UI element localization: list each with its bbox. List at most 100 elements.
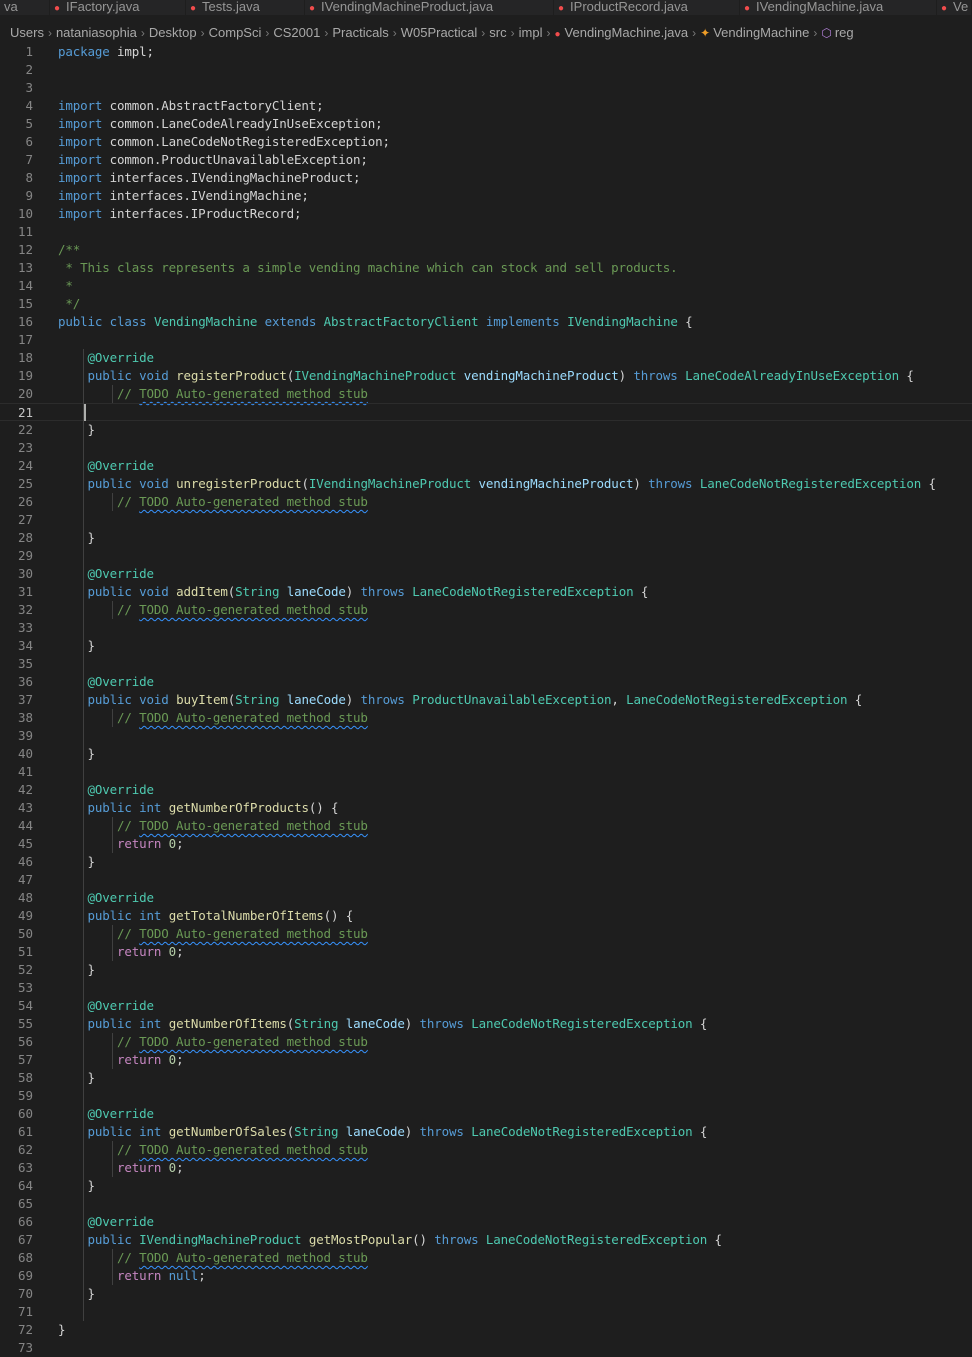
code-line[interactable]: 21 (0, 403, 972, 421)
breadcrumb-item[interactable]: Desktop (149, 25, 197, 40)
code-line[interactable]: 37 public void buyItem(String laneCode) … (0, 691, 972, 709)
code-line[interactable]: 38 // TODO Auto-generated method stub (0, 709, 972, 727)
code-line[interactable]: 51 return 0; (0, 943, 972, 961)
breadcrumb-method[interactable]: reg (835, 25, 854, 40)
code-line[interactable]: 27 (0, 511, 972, 529)
code-line[interactable]: 54 @Override (0, 997, 972, 1015)
code-line[interactable]: 45 return 0; (0, 835, 972, 853)
code-line[interactable]: 57 return 0; (0, 1051, 972, 1069)
code-line[interactable]: 44 // TODO Auto-generated method stub (0, 817, 972, 835)
code-line[interactable]: 4 import common.AbstractFactoryClient; (0, 97, 972, 115)
breadcrumb-item[interactable]: src (489, 25, 506, 40)
code-line[interactable]: 67 public IVendingMachineProduct getMost… (0, 1231, 972, 1249)
code-line[interactable]: 53 (0, 979, 972, 997)
code-line[interactable]: 42 @Override (0, 781, 972, 799)
code-line[interactable]: 55 public int getNumberOfItems(String la… (0, 1015, 972, 1033)
code-line[interactable]: 22 } (0, 421, 972, 439)
editor-tab[interactable]: ● Ve (937, 0, 972, 15)
code-line[interactable]: 28 } (0, 529, 972, 547)
editor-tab[interactable]: ● IFactory.java (50, 0, 186, 15)
code-line[interactable]: 19 public void registerProduct(IVendingM… (0, 367, 972, 385)
code-line[interactable]: 11 (0, 223, 972, 241)
code-line[interactable]: 33 (0, 619, 972, 637)
code-token: String (235, 584, 280, 599)
code-line[interactable]: 6 import common.LaneCodeNotRegisteredExce… (0, 133, 972, 151)
code-line[interactable]: 46 } (0, 853, 972, 871)
code-line[interactable]: 17 (0, 331, 972, 349)
breadcrumb-item[interactable]: W05Practical (401, 25, 478, 40)
code-line[interactable]: 24 @Override (0, 457, 972, 475)
code-line[interactable]: 29 (0, 547, 972, 565)
code-line[interactable]: 14 * (0, 277, 972, 295)
code-line[interactable]: 40 } (0, 745, 972, 763)
code-line[interactable]: 60 @Override (0, 1105, 972, 1123)
breadcrumb-item[interactable]: Users (10, 25, 44, 40)
breadcrumb-class[interactable]: VendingMachine (713, 25, 809, 40)
code-line[interactable]: 70 } (0, 1285, 972, 1303)
code-line[interactable]: 34 } (0, 637, 972, 655)
code-line[interactable]: 36 @Override (0, 673, 972, 691)
code-line[interactable]: 25 public void unregisterProduct(IVendin… (0, 475, 972, 493)
code-line[interactable]: 2 (0, 61, 972, 79)
code-line[interactable]: 15 */ (0, 295, 972, 313)
editor-tab[interactable]: ● IVendingMachineProduct.java (305, 0, 554, 15)
breadcrumb-item[interactable]: Practicals (332, 25, 388, 40)
breadcrumb-item[interactable]: nataniasophia (56, 25, 137, 40)
code-line[interactable]: 7 import common.ProductUnavailableExcepti… (0, 151, 972, 169)
code-line[interactable]: 71 (0, 1303, 972, 1321)
code-text: @Override (58, 781, 155, 799)
breadcrumb-item[interactable]: impl (519, 25, 543, 40)
code-line[interactable]: 43 public int getNumberOfProducts() { (0, 799, 972, 817)
editor-tab[interactable]: ● Tests.java (186, 0, 305, 15)
code-line[interactable]: 58 } (0, 1069, 972, 1087)
code-line[interactable]: 63 return 0; (0, 1159, 972, 1177)
code-line[interactable]: 35 (0, 655, 972, 673)
editor-tab[interactable]: ● IProductRecord.java (554, 0, 740, 15)
code-line[interactable]: 72} (0, 1321, 972, 1339)
code-line[interactable]: 39 (0, 727, 972, 745)
code-line[interactable]: 5 import common.LaneCodeAlreadyInUseExcep… (0, 115, 972, 133)
code-line[interactable]: 41 (0, 763, 972, 781)
code-line[interactable]: 50 // TODO Auto-generated method stub (0, 925, 972, 943)
code-line[interactable]: 31 public void addItem(String laneCode) … (0, 583, 972, 601)
code-line[interactable]: 1 package impl; (0, 43, 972, 61)
breadcrumb-item[interactable]: CS2001 (273, 25, 320, 40)
breadcrumb: Users › nataniasophia › Desktop › CompSci › CS20… (0, 22, 972, 44)
code-line[interactable]: 56 // TODO Auto-generated method stub (0, 1033, 972, 1051)
code-line[interactable]: 64 } (0, 1177, 972, 1195)
editor-tab[interactable]: va (0, 0, 50, 15)
line-number: 50 (17, 926, 33, 941)
breadcrumb-item[interactable]: CompSci (209, 25, 262, 40)
code-line[interactable]: 62 // TODO Auto-generated method stub (0, 1141, 972, 1159)
code-line[interactable]: 65 (0, 1195, 972, 1213)
editor-tab[interactable]: ● IVendingMachine.java (740, 0, 937, 15)
code-line[interactable]: 16 public class VendingMachine extends Ab… (0, 313, 972, 331)
code-line[interactable]: 30 @Override (0, 565, 972, 583)
code-line[interactable]: 12 /** (0, 241, 972, 259)
code-line[interactable]: 3 (0, 79, 972, 97)
code-line[interactable]: 52 } (0, 961, 972, 979)
code-line[interactable]: 13 * This class represents a simple vend… (0, 259, 972, 277)
code-line[interactable]: 10 import interfaces.IProductRecord; (0, 205, 972, 223)
code-line[interactable]: 49 public int getTotalNumberOfItems() { (0, 907, 972, 925)
code-line[interactable]: 26 // TODO Auto-generated method stub (0, 493, 972, 511)
code-line[interactable]: 69 return null; (0, 1267, 972, 1285)
code-line[interactable]: 32 // TODO Auto-generated method stub (0, 601, 972, 619)
code-line[interactable]: 9 import interfaces.IVendingMachine; (0, 187, 972, 205)
code-line[interactable]: 59 (0, 1087, 972, 1105)
code-line[interactable]: 73 (0, 1339, 972, 1357)
code-line[interactable]: 20 // TODO Auto-generated method stub (0, 385, 972, 403)
code-line[interactable]: 47 (0, 871, 972, 889)
code-line[interactable]: 48 @Override (0, 889, 972, 907)
code-line[interactable]: 18 @Override (0, 349, 972, 367)
code-line[interactable]: 68 // TODO Auto-generated method stub (0, 1249, 972, 1267)
code-line[interactable]: 66 @Override (0, 1213, 972, 1231)
breadcrumb-file[interactable]: VendingMachine.java (565, 25, 689, 40)
code-token: } (58, 962, 96, 977)
code-line[interactable]: 61 public int getNumberOfSales(String la… (0, 1123, 972, 1141)
code-line[interactable]: 8 import interfaces.IVendingMachineProduc… (0, 169, 972, 187)
tab-label: IVendingMachine.java (756, 0, 884, 14)
code-line[interactable]: 23 (0, 439, 972, 457)
line-number: 67 (17, 1232, 33, 1247)
